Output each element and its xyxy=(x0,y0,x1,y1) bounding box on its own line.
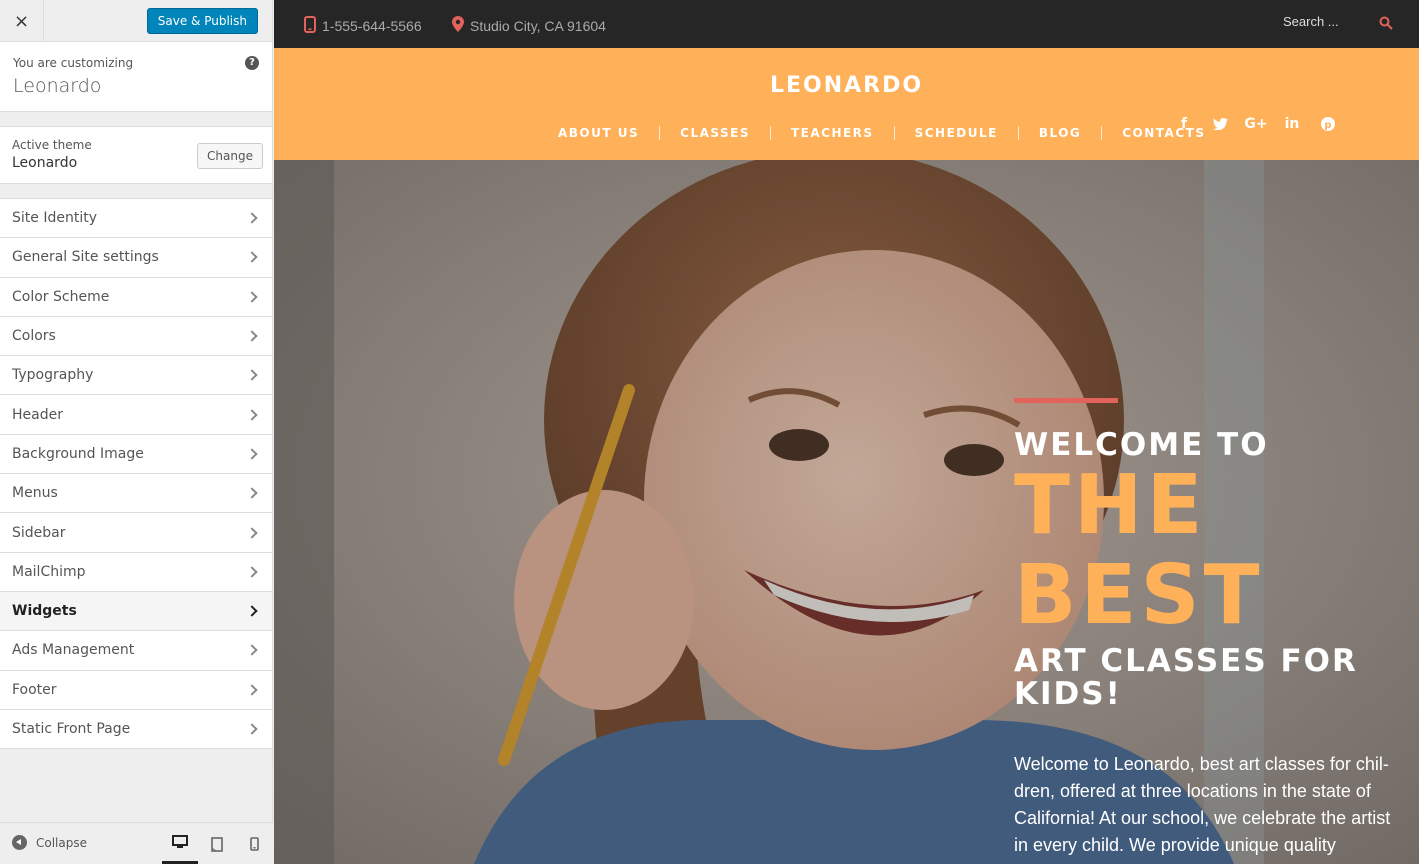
section-menus[interactable]: Menus xyxy=(0,474,272,514)
section-label: General Site settings xyxy=(12,249,159,266)
chevron-right-icon xyxy=(246,566,258,578)
section-footer[interactable]: Footer xyxy=(0,670,272,710)
close-icon[interactable]: × xyxy=(0,0,44,42)
nav-classes[interactable]: CLASSES xyxy=(660,126,770,140)
chevron-right-icon xyxy=(246,369,258,381)
customizer-header: × Save & Publish xyxy=(0,0,272,42)
customizing-label: You are customizing xyxy=(13,56,134,70)
facebook-icon[interactable]: f xyxy=(1174,114,1194,134)
site-topbar: 1-555-644-5566 Studio City, CA 91604 Sea… xyxy=(274,0,1419,48)
section-label: MailChimp xyxy=(12,563,86,580)
chevron-right-icon xyxy=(246,212,258,224)
hero-subtitle: ART CLASSES FOR KIDS! xyxy=(1014,643,1358,712)
chevron-right-icon xyxy=(246,644,258,657)
linkedin-icon[interactable]: in xyxy=(1282,114,1302,134)
section-typography[interactable]: Typography xyxy=(0,356,272,396)
accent-line xyxy=(1014,398,1118,403)
site-header: LEONARDO ABOUT US CLASSES TEACHERS SCHED… xyxy=(274,48,1419,160)
section-site-identity[interactable]: Site Identity xyxy=(0,199,272,239)
hero-section: WELCOME TO THE BEST ART CLASSES FOR KIDS… xyxy=(274,160,1419,864)
change-theme-button[interactable]: Change xyxy=(197,143,263,169)
twitter-icon[interactable] xyxy=(1210,114,1230,134)
collapse-arrow-icon xyxy=(12,835,27,850)
section-label: Sidebar xyxy=(12,524,66,541)
social-links: f G+ in p xyxy=(1174,114,1338,134)
chevron-right-icon xyxy=(246,251,258,264)
section-ads-management[interactable]: Ads Management xyxy=(0,631,272,671)
search-icon[interactable] xyxy=(1379,16,1393,33)
google-plus-icon[interactable]: G+ xyxy=(1244,114,1267,134)
svg-text:p: p xyxy=(1324,120,1331,131)
nav-schedule[interactable]: SCHEDULE xyxy=(895,126,1018,140)
site-name: Leonardo xyxy=(13,75,102,97)
help-icon[interactable]: ? xyxy=(245,56,259,70)
desktop-icon[interactable] xyxy=(162,823,198,864)
tablet-icon[interactable] xyxy=(199,823,235,864)
section-label: Typography xyxy=(12,367,94,384)
pinterest-icon[interactable]: p xyxy=(1318,114,1338,134)
site-logo[interactable]: LEONARDO xyxy=(274,73,1419,98)
customizer-footer: Collapse xyxy=(0,822,273,864)
section-label: Background Image xyxy=(12,445,144,462)
address-contact: Studio City, CA 91604 xyxy=(452,16,606,35)
section-label: Static Front Page xyxy=(12,721,131,737)
section-widgets[interactable]: Widgets xyxy=(0,591,272,632)
site-preview: 1-555-644-5566 Studio City, CA 91604 Sea… xyxy=(274,0,1419,864)
phone-icon xyxy=(304,16,316,36)
map-pin-icon xyxy=(452,16,464,35)
chevron-right-icon xyxy=(246,291,258,303)
customizer-sidebar: × Save & Publish You are customizing Leo… xyxy=(0,0,273,864)
hero-body-text: Welcome to Leonardo, best art classes fo… xyxy=(1014,754,1391,855)
chevron-right-icon xyxy=(246,487,258,499)
active-theme-panel: Active theme Leonardo Change xyxy=(0,126,272,184)
nav-about-us[interactable]: ABOUT US xyxy=(538,126,659,140)
section-sidebar[interactable]: Sidebar xyxy=(0,513,272,553)
section-label: Colors xyxy=(12,328,56,345)
chevron-right-icon xyxy=(246,723,258,735)
customizing-info: You are customizing Leonardo ? xyxy=(0,42,272,112)
section-label: Menus xyxy=(12,485,58,502)
nav-blog[interactable]: BLOG xyxy=(1019,126,1101,140)
chevron-right-icon xyxy=(246,684,258,696)
section-general-site-settings[interactable]: General Site settings xyxy=(0,238,272,278)
hero-welcome: WELCOME TO xyxy=(1014,427,1269,463)
chevron-right-icon xyxy=(246,330,258,342)
phone-number: 1-555-644-5566 xyxy=(322,18,422,34)
section-label: Ads Management xyxy=(12,642,135,659)
mobile-icon[interactable] xyxy=(236,823,272,864)
save-publish-button[interactable]: Save & Publish xyxy=(146,8,258,34)
section-label: Footer xyxy=(12,681,57,698)
nav-teachers[interactable]: TEACHERS xyxy=(771,126,894,140)
section-label: Widgets xyxy=(12,603,77,620)
phone-contact: 1-555-644-5566 xyxy=(304,16,422,36)
address-text: Studio City, CA 91604 xyxy=(470,17,606,34)
search-input[interactable]: Search ... xyxy=(1283,14,1393,34)
section-label: Color Scheme xyxy=(12,288,110,305)
hero-big-best: BEST xyxy=(1014,548,1264,643)
section-list: Site Identity General Site settings Colo… xyxy=(0,198,272,750)
collapse-button[interactable]: Collapse xyxy=(12,835,87,850)
section-background-image[interactable]: Background Image xyxy=(0,434,272,475)
section-header[interactable]: Header xyxy=(0,395,272,435)
section-colors[interactable]: Colors xyxy=(0,316,272,357)
search-placeholder: Search ... xyxy=(1283,14,1339,29)
section-static-front-page[interactable]: Static Front Page xyxy=(0,709,272,750)
section-color-scheme[interactable]: Color Scheme xyxy=(0,277,272,317)
chevron-right-icon xyxy=(246,605,258,617)
hero-big-the: THE xyxy=(1014,458,1207,553)
chevron-right-icon xyxy=(246,526,258,539)
section-label: Site Identity xyxy=(12,210,97,227)
collapse-label: Collapse xyxy=(36,835,87,850)
hero-text-block: WELCOME TO THE BEST ART CLASSES FOR KIDS… xyxy=(1014,398,1394,859)
section-label: Header xyxy=(12,406,63,423)
main-navigation: ABOUT US CLASSES TEACHERS SCHEDULE BLOG … xyxy=(538,126,1225,140)
chevron-right-icon xyxy=(246,408,258,421)
section-mailchimp[interactable]: MailChimp xyxy=(0,552,272,592)
chevron-right-icon xyxy=(246,448,258,460)
